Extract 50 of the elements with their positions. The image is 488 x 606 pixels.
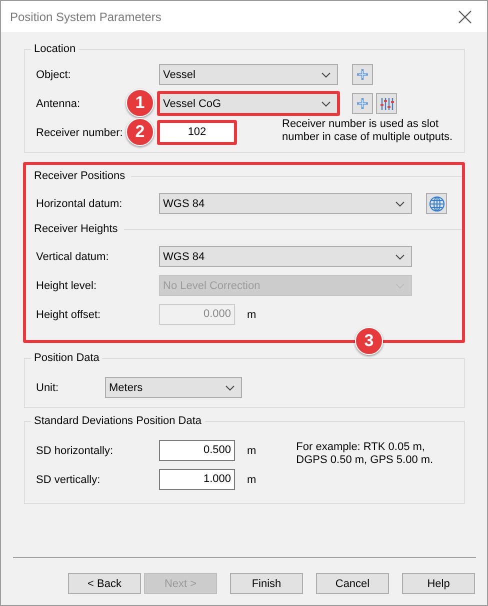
field-label: Object:: [36, 68, 71, 80]
field-label: SD vertically:: [36, 474, 100, 486]
chevron-icon: [395, 200, 405, 206]
dialog-button[interactable]: Help: [402, 573, 475, 594]
unit-label: m: [247, 444, 256, 456]
callout-badge: 1: [126, 89, 154, 117]
dropdown[interactable]: WGS 84: [159, 193, 412, 214]
chevron-icon: [321, 100, 331, 106]
unit-label: m: [247, 308, 256, 320]
globe-button[interactable]: [426, 193, 447, 214]
field-label: Horizontal datum:: [36, 198, 122, 210]
input-field[interactable]: 0.500: [159, 440, 235, 461]
globe-icon: [428, 196, 444, 212]
group-title: Location: [33, 43, 77, 55]
unit-label: m: [247, 474, 256, 486]
dropdown[interactable]: Vessel CoG: [157, 91, 340, 116]
group-title: Receiver Positions: [34, 170, 126, 182]
group-title: Standard Deviations Position Data: [33, 415, 203, 427]
callout-badge: 3: [355, 327, 383, 355]
dropdown[interactable]: Vessel: [159, 64, 338, 85]
field-label: Height offset:: [36, 308, 101, 320]
adjust-button[interactable]: [376, 93, 397, 114]
field-label: Vertical datum:: [36, 250, 109, 262]
dialog-button[interactable]: < Back: [68, 573, 141, 594]
help-text: For example: RTK 0.05 m, DGPS 0.50 m, GPS 5.00 m.: [296, 441, 434, 467]
field-label: Receiver number:: [36, 126, 123, 138]
add-button[interactable]: [352, 93, 373, 114]
plus-icon: [356, 68, 369, 81]
input-field[interactable]: 1.000: [159, 469, 235, 490]
add-button[interactable]: [352, 64, 373, 85]
field-label: Unit:: [36, 382, 59, 394]
chevron-icon: [321, 72, 331, 78]
dropdown[interactable]: WGS 84: [159, 246, 412, 267]
field-label: SD horizontally:: [36, 444, 114, 456]
window-title: Position System Parameters: [10, 10, 162, 24]
field-label: Height level:: [36, 280, 97, 292]
plus-icon: [356, 97, 369, 110]
chevron-icon: [225, 384, 235, 390]
chevron-icon: [395, 254, 405, 260]
group-title: Position Data: [33, 352, 100, 364]
dropdown[interactable]: Meters: [105, 377, 242, 398]
input-field[interactable]: 102: [157, 120, 237, 145]
callout-badge: 2: [126, 118, 154, 146]
group-title: Receiver Heights: [34, 223, 118, 235]
close-icon[interactable]: [458, 10, 472, 24]
help-text: Receiver number is used as slot number in case of multiple outputs.: [282, 118, 454, 144]
dialog-button[interactable]: Cancel: [316, 573, 389, 594]
dialog-button[interactable]: Finish: [230, 573, 303, 594]
field-label: Antenna:: [36, 98, 80, 110]
sliders-icon: [380, 96, 394, 110]
